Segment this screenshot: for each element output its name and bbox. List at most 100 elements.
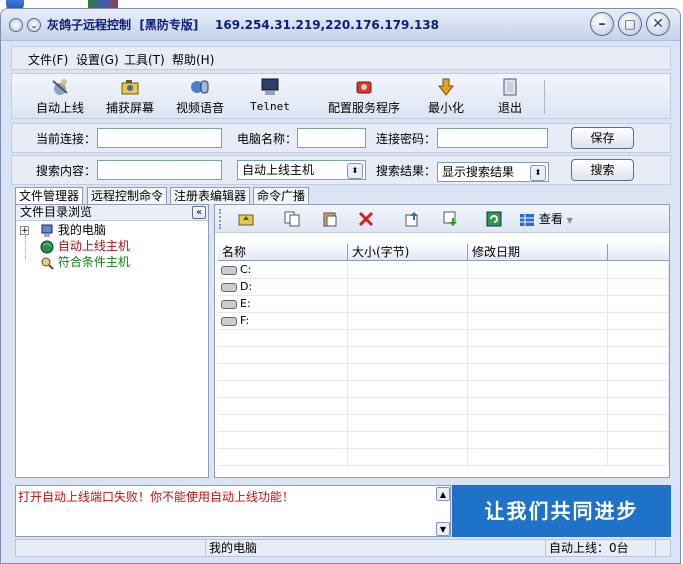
connection-row: 当前连接： 电脑名称： 连接密码： 保存 bbox=[11, 123, 671, 153]
search-button[interactable]: 搜索 bbox=[571, 159, 634, 181]
menu-bar: 文件(F) 设置(G) 工具(T) 帮助(H) bbox=[11, 46, 671, 70]
connection-password-label: 连接密码： bbox=[376, 132, 437, 146]
download-icon[interactable] bbox=[441, 210, 459, 228]
menu-help[interactable]: 帮助(H) bbox=[172, 51, 214, 68]
status-online-count: 自动上线：0台 bbox=[546, 540, 656, 556]
table-cell bbox=[218, 364, 348, 381]
exit-button[interactable]: 退出 bbox=[482, 77, 538, 117]
tree-item-my-computer[interactable]: 我的电脑 bbox=[40, 223, 106, 238]
menu-tools[interactable]: 工具(T) bbox=[124, 51, 165, 68]
table-cell bbox=[468, 398, 608, 415]
rollup-icon[interactable]: ⌄ bbox=[27, 18, 41, 32]
tree-item-label: 自动上线主机 bbox=[57, 239, 130, 253]
table-row[interactable] bbox=[218, 432, 669, 449]
computer-name-input[interactable] bbox=[297, 128, 366, 148]
config-server-icon bbox=[356, 81, 372, 94]
minimize-app-label: 最小化 bbox=[427, 101, 464, 115]
table-row[interactable]: F: bbox=[218, 313, 669, 330]
table-cell: C: bbox=[218, 262, 348, 279]
menu-file[interactable]: 文件(F) bbox=[28, 51, 68, 68]
slogan-banner: 让我们共同进步 bbox=[452, 485, 671, 537]
table-row[interactable] bbox=[218, 330, 669, 347]
table-row[interactable]: C: bbox=[218, 262, 669, 279]
tree-expander[interactable]: + bbox=[20, 226, 29, 236]
table-row[interactable] bbox=[218, 381, 669, 398]
system-menu-icon[interactable] bbox=[9, 18, 23, 32]
connection-password-input[interactable] bbox=[437, 128, 548, 148]
table-cell bbox=[218, 415, 348, 432]
toolbar-divider bbox=[544, 80, 545, 114]
tree-header-title: 文件目录浏览 bbox=[20, 205, 93, 219]
table-cell bbox=[218, 449, 348, 466]
column-header-modified[interactable]: 修改日期 bbox=[468, 244, 608, 261]
satellite-icon bbox=[52, 79, 68, 95]
search-content-input[interactable] bbox=[97, 160, 222, 180]
table-cell bbox=[608, 398, 669, 415]
search-result-value: 显示搜索结果 bbox=[442, 165, 515, 179]
table-cell bbox=[348, 432, 468, 449]
table-cell bbox=[348, 347, 468, 364]
table-row[interactable] bbox=[218, 364, 669, 381]
folder-up-icon[interactable] bbox=[237, 210, 255, 228]
refresh-icon[interactable] bbox=[485, 210, 503, 228]
table-row[interactable] bbox=[218, 415, 669, 432]
tab-remote-commands[interactable]: 远程控制命令 bbox=[87, 187, 168, 204]
table-cell bbox=[348, 330, 468, 347]
column-header-extra[interactable] bbox=[608, 244, 669, 261]
copy-icon[interactable] bbox=[283, 210, 301, 228]
maximize-window-button[interactable]: □ bbox=[618, 12, 642, 36]
capture-screen-button[interactable]: 捕获屏幕 bbox=[98, 77, 162, 117]
search-scope-select[interactable]: 自动上线主机 ⬍ bbox=[237, 160, 366, 180]
cell-text: F: bbox=[240, 314, 250, 327]
table-row[interactable] bbox=[218, 398, 669, 415]
table-cell bbox=[218, 347, 348, 364]
main-window: ⌄ 灰鸽子远程控制 [黑防专版] 169.254.31.219,220.176.… bbox=[0, 8, 681, 564]
current-connection-input[interactable] bbox=[97, 128, 222, 148]
paste-icon[interactable] bbox=[321, 210, 339, 228]
auto-online-button[interactable]: 自动上线 bbox=[28, 77, 92, 117]
status-location: 我的电脑 bbox=[206, 540, 546, 556]
menu-settings[interactable]: 设置(G) bbox=[76, 51, 119, 68]
table-cell bbox=[348, 279, 468, 296]
tree-item-auto-online-hosts[interactable]: 自动上线主机 bbox=[40, 239, 130, 254]
drive-icon bbox=[221, 265, 237, 275]
current-connection-label: 当前连接： bbox=[36, 132, 97, 146]
config-server-button[interactable]: 配置服务程序 bbox=[318, 77, 410, 117]
title-bar[interactable]: ⌄ 灰鸽子远程控制 [黑防专版] 169.254.31.219,220.176.… bbox=[1, 9, 680, 41]
view-menu-button[interactable]: 查看 ▼ bbox=[519, 210, 573, 228]
magnifier-icon bbox=[41, 257, 54, 270]
table-cell bbox=[468, 449, 608, 466]
table-cell bbox=[468, 313, 608, 330]
table-cell bbox=[608, 279, 669, 296]
chevron-updown-icon[interactable]: ⬍ bbox=[347, 163, 363, 179]
upload-icon[interactable] bbox=[403, 210, 421, 228]
table-row[interactable] bbox=[218, 347, 669, 364]
close-window-button[interactable]: ✕ bbox=[646, 12, 670, 36]
scroll-up-icon[interactable]: ▲ bbox=[436, 487, 450, 501]
computer-name-label: 电脑名称： bbox=[237, 132, 298, 146]
column-header-size[interactable]: 大小(字节) bbox=[348, 244, 468, 261]
table-cell: E: bbox=[218, 296, 348, 313]
telnet-button[interactable]: Telnet bbox=[238, 77, 302, 117]
minimize-app-button[interactable]: 最小化 bbox=[414, 77, 478, 117]
table-row[interactable]: D: bbox=[218, 279, 669, 296]
collapse-panel-button[interactable]: « bbox=[192, 206, 206, 219]
table-row[interactable] bbox=[218, 449, 669, 466]
tab-command-broadcast[interactable]: 命令广播 bbox=[253, 187, 310, 204]
log-message: 打开自动上线端口失败！你不能使用自动上线功能！ bbox=[18, 490, 295, 504]
minimize-window-button[interactable]: – bbox=[590, 12, 614, 36]
tab-file-manager[interactable]: 文件管理器 bbox=[15, 187, 84, 205]
telnet-label: Telnet bbox=[250, 100, 290, 113]
column-header-name[interactable]: 名称 bbox=[218, 244, 348, 261]
scroll-down-icon[interactable]: ▼ bbox=[436, 522, 450, 536]
search-result-select[interactable]: 显示搜索结果 ⬍ bbox=[437, 162, 549, 182]
chevron-updown-icon[interactable]: ⬍ bbox=[530, 165, 546, 181]
video-voice-button[interactable]: 视频语音 bbox=[168, 77, 232, 117]
file-list-panel: 查看 ▼ 名称 大小(字节) 修改日期 C: D: E: F: bbox=[214, 204, 670, 478]
save-button[interactable]: 保存 bbox=[571, 127, 634, 149]
table-cell bbox=[468, 330, 608, 347]
table-row[interactable]: E: bbox=[218, 296, 669, 313]
tree-item-matching-hosts[interactable]: 符合条件主机 bbox=[40, 255, 130, 270]
delete-icon[interactable] bbox=[357, 210, 375, 228]
tab-registry-editor[interactable]: 注册表编辑器 bbox=[170, 187, 251, 204]
